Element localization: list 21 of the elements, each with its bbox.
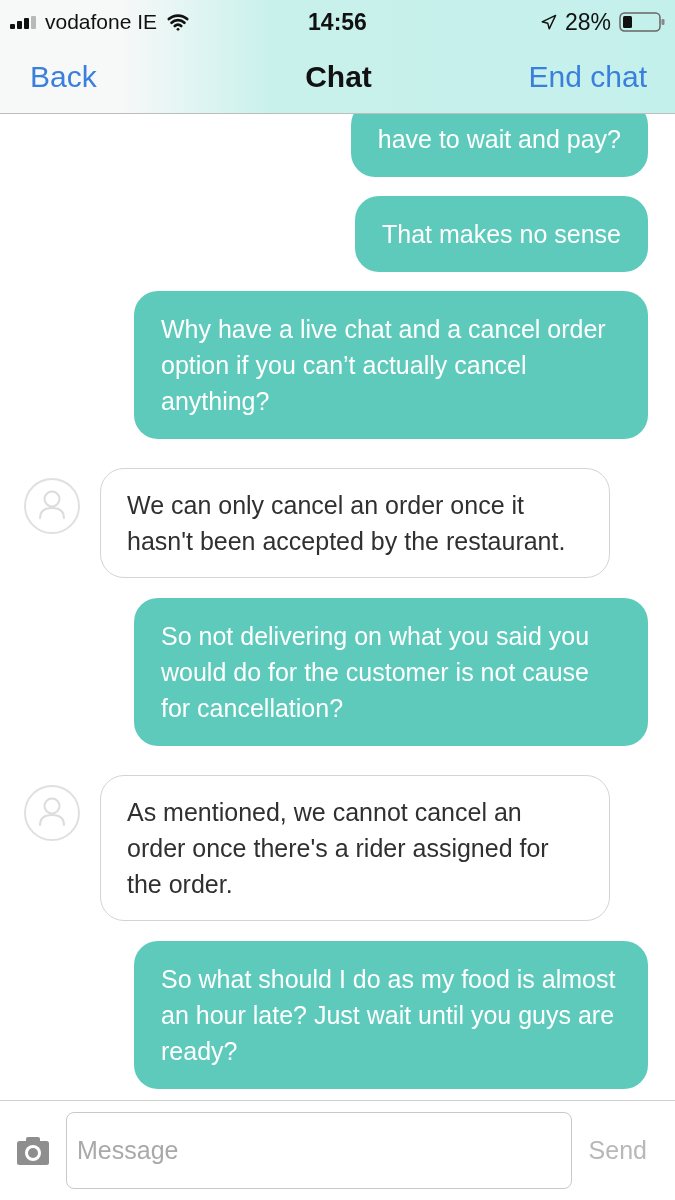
sent-message-bubble: Why have a live chat and a cancel order option if you can’t actually cancel anything? xyxy=(134,291,648,439)
avatar-icon xyxy=(24,478,80,534)
wifi-icon xyxy=(166,11,191,33)
received-message-bubble: As mentioned, we cannot cancel an order once there's a rider assigned for the order. xyxy=(100,775,610,921)
clock-time: 14:56 xyxy=(308,7,367,37)
camera-icon[interactable] xyxy=(17,1136,49,1165)
received-message-bubble: We can only cancel an order once it hasn't been accepted by the restaurant. xyxy=(100,468,610,578)
battery-icon xyxy=(619,12,665,32)
sent-message-bubble: have to wait and pay? xyxy=(350,114,648,177)
signal-strength-icon xyxy=(10,15,36,29)
battery-percentage: 28% xyxy=(564,7,611,37)
sent-message-bubble: So what should I do as my food is almost an hour late? Just wait until you guys are ready? xyxy=(134,941,648,1089)
sent-message-bubble: So not delivering on what you said you would do for the customer is not cause for cancellation? xyxy=(134,598,648,746)
back-button[interactable]: Back xyxy=(30,54,97,99)
end-chat-button[interactable]: End chat xyxy=(528,54,647,99)
screen-title: Chat xyxy=(305,59,372,95)
avatar-icon xyxy=(24,785,80,841)
sent-message-bubble: That makes no sense xyxy=(355,196,648,272)
message-input-field[interactable]: Message xyxy=(66,1112,572,1189)
carrier-name: vodafone IE xyxy=(45,9,158,36)
location-arrow-icon xyxy=(539,13,557,31)
